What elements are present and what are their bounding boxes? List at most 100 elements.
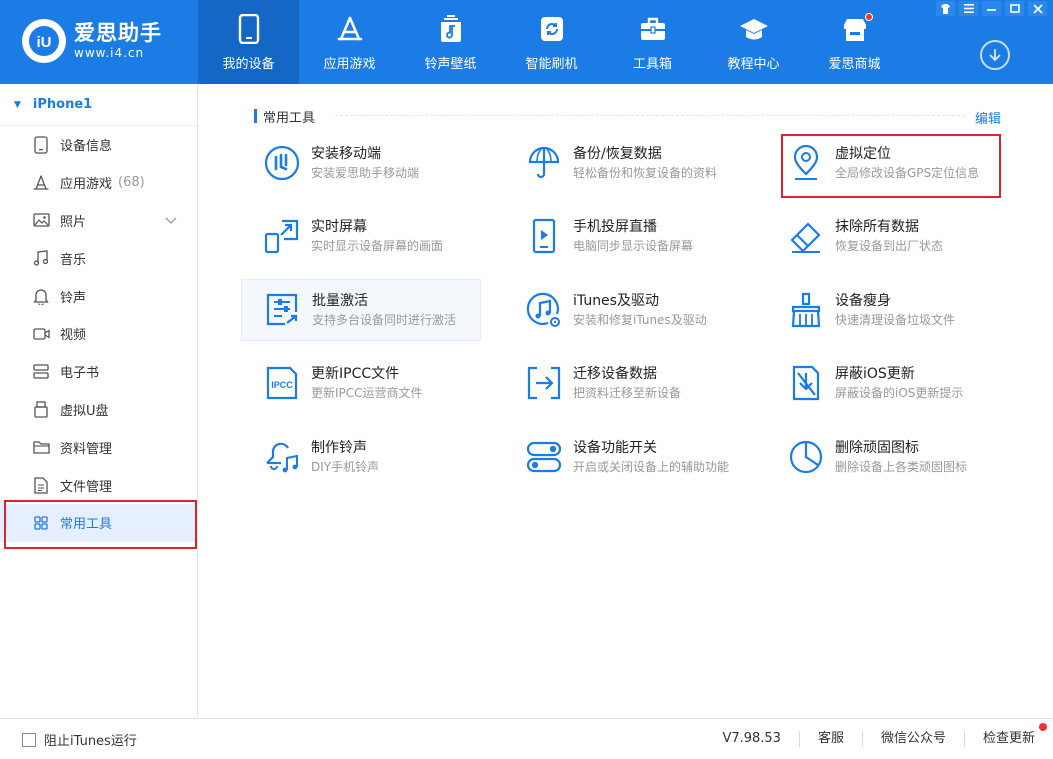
tool-realtime-screen[interactable]: 实时屏幕 实时显示设备屏幕的画面 [241, 205, 481, 267]
notification-dot [865, 13, 873, 21]
tool-name: 实时屏幕 [311, 219, 367, 235]
app-store-icon [335, 14, 365, 44]
version-label: V7.98.53 [722, 731, 781, 746]
sidebar-item-device-info[interactable]: 设备信息 [0, 126, 197, 164]
edit-link[interactable]: 编辑 [975, 108, 1001, 127]
maximize-icon[interactable] [1005, 1, 1024, 16]
app-logo: iU 爱思助手 www.i4.cn [22, 18, 162, 64]
highlight-box-sidebar [4, 500, 197, 549]
nav-label: 铃声壁纸 [424, 57, 477, 72]
sidebar-item-apps[interactable]: 应用游戏 (68) [0, 164, 197, 202]
umbrella-icon [525, 144, 563, 182]
tool-name: 设备瘦身 [835, 293, 891, 309]
tool-name: 设备功能开关 [573, 440, 657, 456]
block-update-icon [787, 364, 825, 402]
toggle-icon [525, 438, 563, 476]
sidebar-item-udisk[interactable]: 虚拟U盘 [0, 391, 197, 429]
nav-label: 工具箱 [632, 57, 672, 72]
minimize-icon[interactable] [982, 1, 1001, 16]
eraser-icon [787, 217, 825, 255]
tool-migrate-data[interactable]: 迁移设备数据 把资料迁移至新设备 [503, 352, 743, 414]
checkbox-label: 阻止iTunes运行 [44, 734, 137, 749]
wechat-link[interactable]: 微信公众号 [861, 731, 964, 747]
nav-label: 教程中心 [727, 57, 780, 72]
tool-update-ipcc[interactable]: IPCC 更新IPCC文件 更新IPCC运营商文件 [241, 352, 481, 414]
sidebar-item-photos[interactable]: 照片 [0, 202, 197, 240]
sidebar-item-label: 虚拟U盘 [60, 403, 109, 419]
checkbox-box[interactable] [22, 732, 36, 747]
nav-label: 应用游戏 [323, 57, 376, 72]
section-title: 常用工具 [254, 108, 315, 126]
tool-block-ios-update[interactable]: 屏蔽iOS更新 屏蔽设备的iOS更新提示 [765, 352, 1005, 414]
menu-icon[interactable] [959, 1, 978, 16]
tool-name: 备份/恢复数据 [573, 146, 662, 162]
tool-name: iTunes及驱动 [573, 293, 659, 309]
tool-device-slim[interactable]: 设备瘦身 快速清理设备垃圾文件 [765, 279, 1005, 341]
file-icon [32, 476, 50, 494]
app-store-icon [32, 174, 50, 192]
device-name: iPhone1 [32, 97, 93, 112]
sidebar-item-ringtones[interactable]: 铃声 [0, 277, 197, 315]
chevron-down-icon[interactable] [165, 214, 177, 229]
tool-desc: 恢复设备到出厂状态 [835, 239, 944, 253]
window-controls [936, 1, 1047, 16]
app-count: (68) [118, 175, 145, 191]
nav-toolbox[interactable]: 工具箱 [602, 0, 703, 84]
tool-make-ringtone[interactable]: 制作铃声 DIY手机铃声 [241, 426, 481, 488]
video-icon [32, 325, 50, 343]
svg-text:iU: iU [37, 34, 52, 51]
device-info-icon [32, 136, 50, 154]
nav-my-device[interactable]: 我的设备 [198, 0, 299, 84]
sidebar-item-label: 电子书 [60, 366, 100, 382]
device-header[interactable]: ▼ iPhone1 [0, 84, 197, 126]
music-icon [436, 14, 466, 44]
shirt-icon[interactable] [936, 1, 955, 16]
nav-shop[interactable]: 爱思商城 [804, 0, 905, 84]
graduation-cap-icon [739, 14, 769, 44]
tool-delete-stubborn-icons[interactable]: 删除顽固图标 删除设备上各类顽固图标 [765, 426, 1005, 488]
tool-desc: 安装和修复iTunes及驱动 [573, 313, 707, 327]
tool-name: 删除顽固图标 [835, 440, 919, 456]
tool-install-mobile[interactable]: 安装移动端 安装爱思助手移动端 [241, 132, 481, 194]
tool-erase-data[interactable]: 抹除所有数据 恢复设备到出厂状态 [765, 205, 1005, 267]
tool-itunes-driver[interactable]: iTunes及驱动 安装和修复iTunes及驱动 [503, 279, 743, 341]
nav-ringtones[interactable]: 铃声壁纸 [400, 0, 501, 84]
status-bar: 阻止iTunes运行 V7.98.53 客服 微信公众号 检查更新 [0, 718, 1053, 759]
folder-icon [32, 438, 50, 456]
tool-batch-activate[interactable]: 批量激活 支持多台设备同时进行激活 [241, 279, 481, 341]
sidebar-item-ebooks[interactable]: 电子书 [0, 353, 197, 391]
close-icon[interactable] [1028, 1, 1047, 16]
support-link[interactable]: 客服 [798, 731, 862, 747]
batch-activate-icon [264, 291, 302, 329]
nav-label: 智能刷机 [525, 57, 578, 72]
bell-music-icon [263, 438, 301, 476]
tool-desc: 轻松备份和恢复设备的资料 [573, 166, 718, 180]
photo-icon [32, 211, 50, 229]
download-button[interactable] [980, 40, 1010, 70]
nav-flash[interactable]: 智能刷机 [501, 0, 602, 84]
check-update-link[interactable]: 检查更新 [963, 723, 1053, 747]
phone-icon [234, 14, 264, 44]
nav-apps[interactable]: 应用游戏 [299, 0, 400, 84]
music-note-icon [32, 249, 50, 267]
nav-tutorials[interactable]: 教程中心 [703, 0, 804, 84]
sidebar-item-videos[interactable]: 视频 [0, 315, 197, 353]
tool-name: 迁移设备数据 [573, 366, 657, 382]
sidebar-item-file-manage[interactable]: 文件管理 [0, 466, 197, 504]
tool-desc: 开启或关闭设备上的辅助功能 [573, 460, 730, 474]
pie-chart-icon [787, 438, 825, 476]
sidebar-item-label: 资料管理 [60, 441, 113, 457]
sidebar-item-music[interactable]: 音乐 [0, 239, 197, 277]
sidebar-item-label: 照片 [60, 214, 87, 230]
tool-backup-restore[interactable]: 备份/恢复数据 轻松备份和恢复设备的资料 [503, 132, 743, 194]
tool-function-switch[interactable]: 设备功能开关 开启或关闭设备上的辅助功能 [503, 426, 743, 488]
nav-label: 我的设备 [222, 57, 275, 72]
block-itunes-checkbox[interactable]: 阻止iTunes运行 [22, 730, 137, 749]
sidebar-item-data-manage[interactable]: 资料管理 [0, 428, 197, 466]
bell-icon [32, 287, 50, 305]
i4-logo-icon [263, 144, 301, 182]
sidebar: ▼ iPhone1 设备信息 应用游戏 (68) 照片 音乐 铃声 视频 电子书… [0, 84, 198, 718]
tool-screen-cast[interactable]: 手机投屏直播 电脑同步显示设备屏幕 [503, 205, 743, 267]
tool-name: 安装移动端 [311, 146, 381, 162]
update-notification-dot [1039, 723, 1047, 731]
